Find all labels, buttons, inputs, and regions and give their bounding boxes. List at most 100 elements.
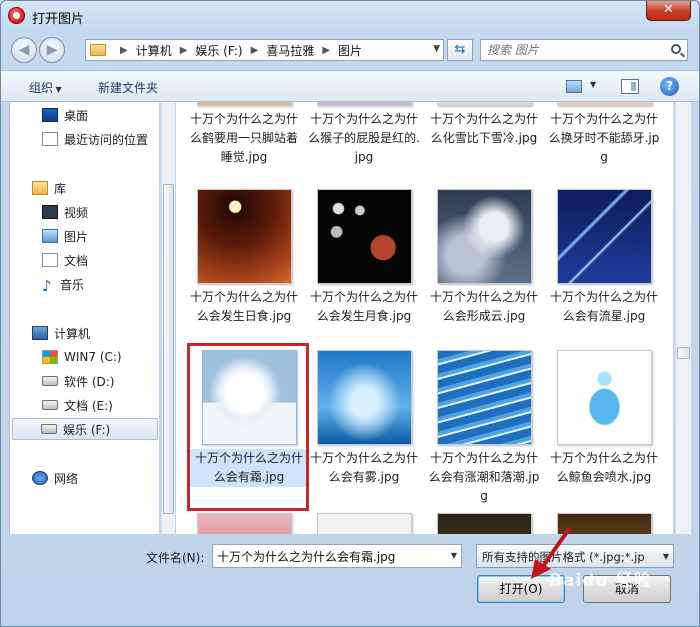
sidebar-item-library[interactable]: 库 <box>32 177 159 199</box>
refresh-button[interactable]: ⇆ <box>447 39 473 61</box>
view-options-icon[interactable] <box>566 80 582 93</box>
sidebar-item-label: 网络 <box>54 471 79 486</box>
pictures-icon <box>42 229 58 243</box>
chevron-down-icon[interactable]: ▼ <box>590 80 596 89</box>
file-item[interactable]: 十万个为什么之为什么会有涨潮和落潮.jpg <box>425 350 543 506</box>
navigation-pane: 桌面 最近访问的位置 库 视频 图片 文档 音乐 计算机 <box>9 102 159 534</box>
folder-icon <box>90 44 106 56</box>
file-list-scrollbar[interactable] <box>675 102 691 534</box>
file-list-scroll-thumb[interactable] <box>677 347 690 359</box>
file-thumbnail[interactable] <box>556 189 652 284</box>
file-item[interactable]: 十万个为什么之为什么会发生日食.jpg <box>185 189 303 326</box>
sidebar-item-pictures[interactable]: 图片 <box>42 225 159 247</box>
file-name: 十万个为什么之为什么鹤要用一只脚站着睡觉.jpg <box>189 112 298 164</box>
video-icon <box>42 205 58 219</box>
title-bar: 打开图片 ✕ <box>1 1 699 31</box>
breadcrumb-pictures[interactable]: 图片 <box>338 42 362 59</box>
file-thumbnail[interactable] <box>556 102 652 106</box>
sidebar-item-drive-e[interactable]: 文档 (E:) <box>42 394 159 416</box>
file-thumbnail[interactable] <box>436 350 532 445</box>
file-thumbnail[interactable] <box>556 350 652 445</box>
file-item[interactable]: 十万个为什么之为什么会发生月食.jpg <box>305 189 423 326</box>
help-icon[interactable]: ? <box>660 77 679 96</box>
file-item[interactable] <box>305 513 423 534</box>
open-image-dialog: 打开图片 ✕ ◀ ▶ ▶ 计算机 ▶ 娱乐 (F:) ▶ 喜马拉雅 ▶ 图片 ▼… <box>0 0 700 627</box>
breadcrumb-himalaya[interactable]: 喜马拉雅 <box>266 42 314 59</box>
app-icon <box>8 7 25 24</box>
chevron-right-icon[interactable]: ▶ <box>322 45 330 56</box>
search-input[interactable] <box>481 40 661 60</box>
sidebar-item-computer[interactable]: 计算机 <box>32 322 159 344</box>
file-item[interactable]: 十万个为什么之为什么化雪比下雪冷.jpg <box>425 102 543 148</box>
breadcrumb-computer[interactable]: 计算机 <box>136 42 172 59</box>
chevron-right-icon[interactable]: ▶ <box>251 45 259 56</box>
sidebar-item-videos[interactable]: 视频 <box>42 201 159 223</box>
file-thumbnail[interactable] <box>316 350 412 445</box>
sidebar-item-drive-d[interactable]: 软件 (D:) <box>42 370 159 392</box>
back-button[interactable]: ◀ <box>11 37 37 63</box>
file-thumbnail[interactable] <box>316 189 412 284</box>
file-thumbnail[interactable] <box>436 189 532 284</box>
library-icon <box>32 181 48 195</box>
preview-pane-icon[interactable] <box>621 79 639 94</box>
breadcrumb-drive-f[interactable]: 娱乐 (F:) <box>195 42 242 59</box>
file-item[interactable] <box>185 513 303 534</box>
file-name: 十万个为什么之为什么鲸鱼会喷水.jpg <box>549 451 658 484</box>
file-thumbnail[interactable] <box>196 189 292 284</box>
sidebar-scrollbar[interactable] <box>161 102 175 534</box>
new-folder-button[interactable]: 新建文件夹 <box>98 79 158 96</box>
sidebar-item-label: 娱乐 (F:) <box>63 422 111 437</box>
sidebar-item-label: 文档 (E:) <box>64 398 113 413</box>
sidebar-item-label: 文档 <box>64 253 89 268</box>
search-box[interactable] <box>480 39 688 61</box>
sidebar-item-desktop[interactable]: 桌面 <box>42 104 159 126</box>
file-thumbnail[interactable] <box>316 102 412 106</box>
forward-button[interactable]: ▶ <box>39 37 65 63</box>
sidebar-item-label: 音乐 <box>60 277 85 292</box>
recent-places-icon <box>42 132 58 146</box>
file-name: 十万个为什么之为什么会有雾.jpg <box>309 451 418 484</box>
file-item[interactable]: 十万个为什么之为什么猴子的屁股是红的.jpg <box>305 102 423 167</box>
address-bar[interactable]: ▶ 计算机 ▶ 娱乐 (F:) ▶ 喜马拉雅 ▶ 图片 ▼ <box>85 39 444 61</box>
file-item[interactable]: 十万个为什么之为什么换牙时不能舔牙.jpg <box>545 102 663 167</box>
sidebar-item-drive-c[interactable]: WIN7 (C:) <box>42 346 159 368</box>
file-thumbnail[interactable] <box>436 102 532 106</box>
filename-input[interactable] <box>213 545 441 567</box>
chevron-right-icon[interactable]: ▶ <box>180 45 188 56</box>
sidebar-item-network[interactable]: 网络 <box>32 467 159 489</box>
organize-menu[interactable]: 组织 <box>29 79 62 96</box>
file-thumbnail[interactable] <box>196 513 292 534</box>
close-button[interactable]: ✕ <box>646 1 691 21</box>
sidebar-item-music[interactable]: 音乐 <box>42 273 159 295</box>
computer-icon <box>32 326 48 340</box>
chevron-down-icon[interactable]: ▼ <box>433 44 440 54</box>
file-item[interactable]: 十万个为什么之为什么会形成云.jpg <box>425 189 543 326</box>
sidebar-item-drive-f[interactable]: 娱乐 (F:) <box>12 418 158 440</box>
file-name: 十万个为什么之为什么化雪比下雪冷.jpg <box>429 112 538 145</box>
chevron-right-icon[interactable]: ▶ <box>120 45 128 56</box>
file-name: 十万个为什么之为什么换牙时不能舔牙.jpg <box>548 112 660 164</box>
chevron-down-icon[interactable]: ▼ <box>663 552 669 561</box>
drive-icon <box>41 424 57 434</box>
sidebar-item-documents[interactable]: 文档 <box>42 249 159 271</box>
file-item[interactable]: 十万个为什么之为什么会有雾.jpg <box>305 350 423 487</box>
filename-field[interactable]: ▼ <box>212 544 462 568</box>
file-item[interactable]: 十万个为什么之为什么会有流星.jpg <box>545 189 663 326</box>
file-item[interactable]: 十万个为什么之为什么鲸鱼会喷水.jpg <box>545 350 663 487</box>
drive-icon <box>42 400 58 410</box>
file-thumbnail[interactable] <box>436 513 532 534</box>
sidebar-scroll-thumb[interactable] <box>163 184 174 514</box>
windows-drive-icon <box>42 350 58 364</box>
sidebar-item-label: 桌面 <box>64 108 89 123</box>
chevron-down-icon[interactable]: ▼ <box>451 551 457 560</box>
file-item[interactable]: 十万个为什么之为什么鹤要用一只脚站着睡觉.jpg <box>185 102 303 167</box>
network-icon <box>32 471 48 485</box>
search-icon[interactable] <box>671 44 681 54</box>
file-name: 十万个为什么之为什么猴子的屁股是红的.jpg <box>308 112 420 164</box>
sidebar-item-recent-places[interactable]: 最近访问的位置 <box>42 128 159 150</box>
file-thumbnail[interactable] <box>196 102 292 106</box>
file-type-select[interactable]: 所有支持的图片格式 (*.jpg;*.jp ▼ <box>476 544 674 568</box>
documents-icon <box>42 253 58 267</box>
file-thumbnail[interactable] <box>316 513 412 534</box>
sidebar-item-label: 图片 <box>64 229 89 244</box>
